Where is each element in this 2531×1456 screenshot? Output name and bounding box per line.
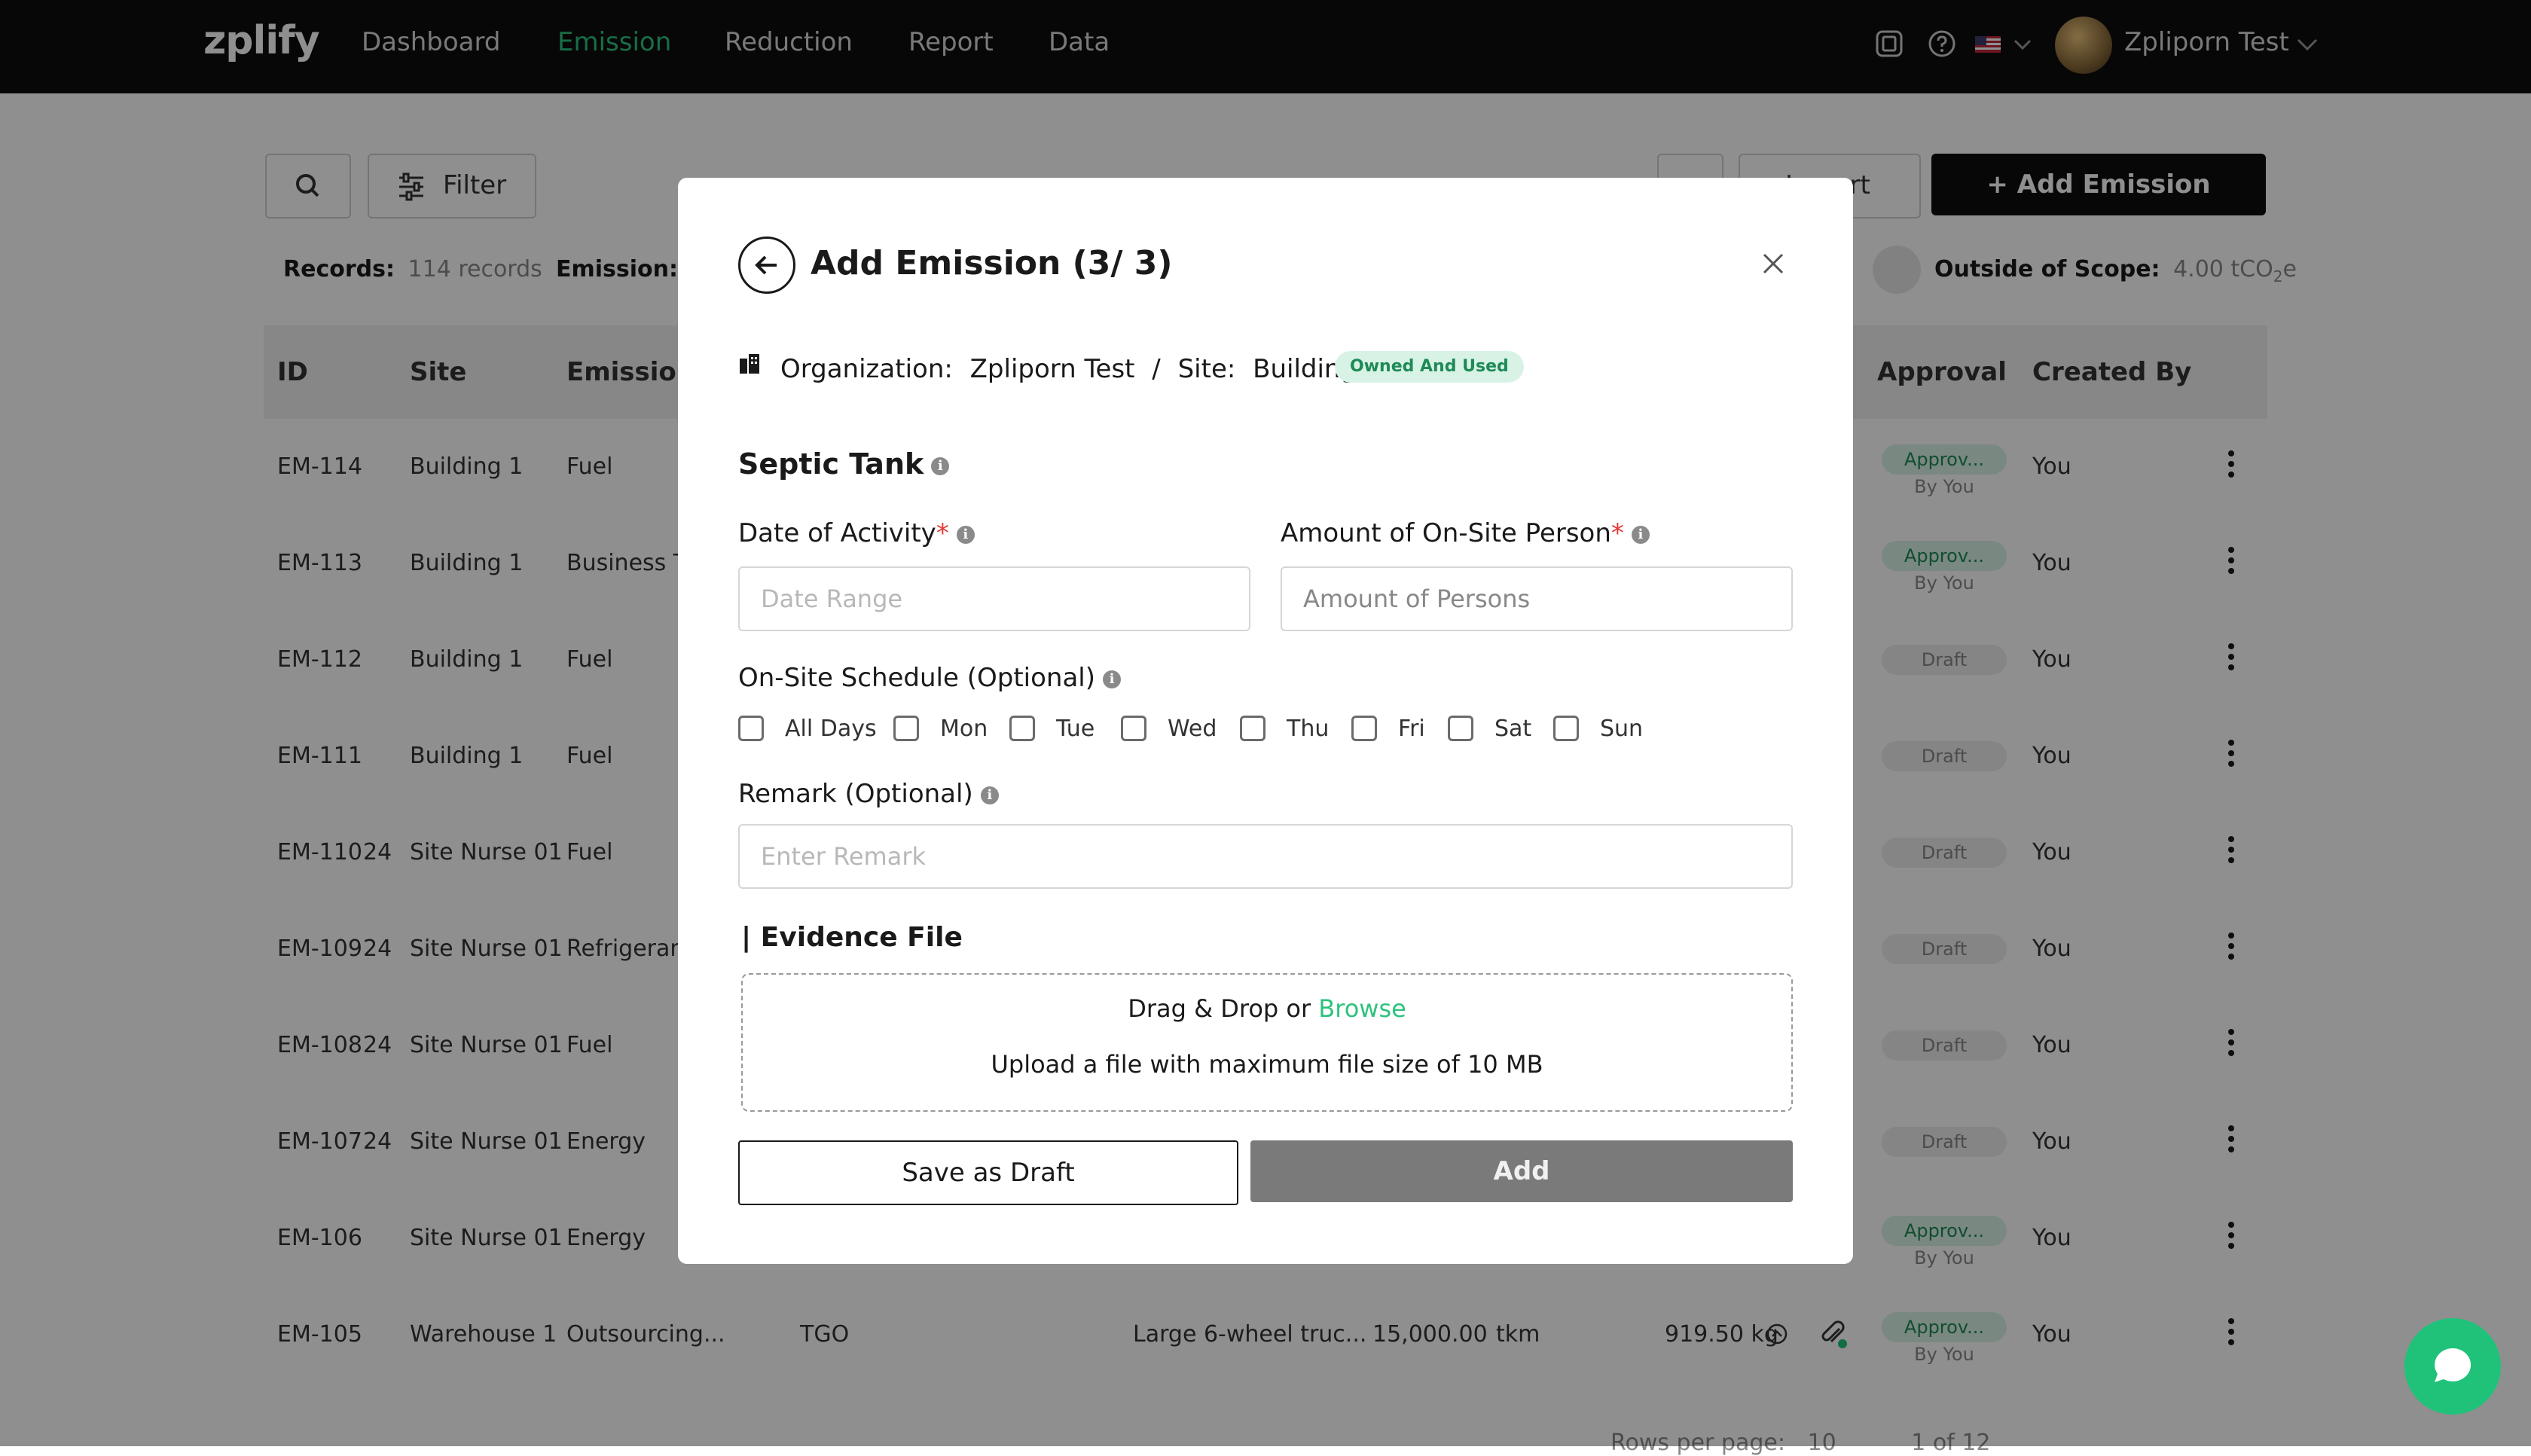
info-icon[interactable]: i <box>931 456 950 475</box>
save-draft-button[interactable]: Save as Draft <box>738 1140 1238 1205</box>
back-button[interactable] <box>738 237 795 294</box>
org-label: Organization: <box>780 354 953 384</box>
date-label: Date of Activity* i <box>738 518 975 548</box>
close-icon[interactable] <box>1760 250 1787 277</box>
browse-link[interactable]: Browse <box>1318 994 1406 1023</box>
amount-persons-placeholder: Amount of Persons <box>1303 585 1531 613</box>
schedule-label: On-Site Schedule (Optional) i <box>738 663 1121 693</box>
section-title: Septic Tank i <box>738 447 950 481</box>
site-type-badge: Owned And Used <box>1335 351 1524 383</box>
site-label: Site: <box>1177 354 1236 384</box>
amount-label: Amount of On-Site Person* i <box>1281 518 1650 548</box>
chat-bubble-icon <box>2435 1348 2471 1382</box>
info-icon[interactable]: i <box>956 525 975 544</box>
remark-label: Remark (Optional) i <box>738 779 999 809</box>
breadcrumb: Organization: Zpliporn Test / Site: Buil… <box>780 354 1382 384</box>
date-range-input[interactable]: Date Range <box>738 566 1250 631</box>
evidence-file-label: | Evidence File <box>741 922 963 953</box>
amount-persons-input[interactable]: Amount of Persons <box>1281 566 1793 631</box>
add-label: Add <box>1493 1156 1550 1186</box>
info-icon[interactable]: i <box>1103 670 1121 688</box>
modal-title: Add Emission (3/ 3) <box>811 244 1173 282</box>
remark-placeholder: Enter Remark <box>761 842 927 871</box>
date-range-placeholder: Date Range <box>761 585 903 613</box>
file-dropzone[interactable]: Drag & Drop or Browse Upload a file with… <box>741 973 1793 1112</box>
breadcrumb-separator: / <box>1152 354 1161 384</box>
add-emission-modal: Add Emission (3/ 3) Organization: Zplipo… <box>678 178 1853 1264</box>
upload-hint: Upload a file with maximum file size of … <box>991 1050 1543 1079</box>
arrow-left-icon <box>755 255 777 275</box>
org-value: Zpliporn Test <box>969 354 1135 384</box>
dropzone-text: Drag & Drop or Browse <box>1128 994 1406 1023</box>
chat-launcher-button[interactable] <box>2404 1318 2501 1415</box>
info-icon[interactable]: i <box>980 786 999 804</box>
save-draft-label: Save as Draft <box>902 1158 1075 1188</box>
add-button[interactable]: Add <box>1250 1140 1793 1202</box>
building-icon <box>740 354 759 374</box>
remark-input[interactable]: Enter Remark <box>738 824 1793 889</box>
info-icon[interactable]: i <box>1631 525 1650 544</box>
